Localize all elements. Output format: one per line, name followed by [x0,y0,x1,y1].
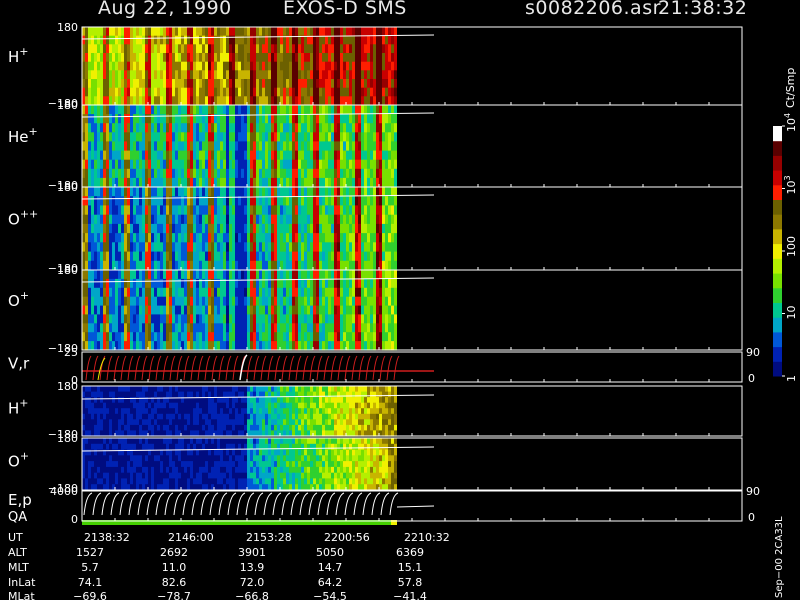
panel-species-label: H+ [8,397,29,418]
colorbar: Ct/Smp 1 10 100 103 104 [773,68,798,382]
colorbar-tick: 103 [783,175,798,194]
orbit-cell: 14.7 [318,561,343,574]
panel-o2: 180−180O+ [8,432,743,495]
qa-label: QA [8,510,27,525]
panel-right-min: 0 [748,372,755,385]
panel-vr: 250V,r900 [8,346,760,387]
panel-h: 180−180H+ [8,21,743,110]
panel-ymax-label: 180 [57,264,78,277]
orbit-cell: −66.8 [235,590,269,600]
orbit-cell: 1527 [76,546,104,559]
orbit-cell: 5050 [316,546,344,559]
panel-ymax-label: 4000 [50,485,78,498]
panel-frame [81,351,743,383]
panel-ymax-label: 180 [57,99,78,112]
colorbar-tick: 10 [785,306,798,320]
orbit-row-label: MLT [8,561,29,574]
orbit-cell: −69.6 [73,590,107,600]
panel-right-max: 90 [746,346,760,359]
orbit-row-label: InLat [8,576,36,589]
orbit-cell: 15.1 [398,561,423,574]
panel-ymax-label: 25 [64,346,78,359]
panel-right-min: 0 [748,511,755,524]
panels-group: 180−180H+180−180He+180−180O++180−180O+25… [8,21,760,526]
panel-o: 180−180O+ [8,264,743,355]
orbit-cell: 64.2 [318,576,343,589]
panel-ymax-label: 180 [57,432,78,445]
orbit-cell: 2200:56 [324,531,370,544]
panel-species-label: O+ [8,450,29,471]
panel-ep: 4000 0 E,pQA 90 0 [8,485,760,526]
orbit-cell: 57.8 [398,576,423,589]
orbit-row-label: ALT [8,546,27,559]
panel-he: 180−180He+ [8,99,743,192]
orbit-cell: 2210:32 [404,531,450,544]
orbit-cell: 82.6 [162,576,187,589]
panel-ymax-label: 180 [57,380,78,393]
panel-frame [81,490,743,522]
panel-ymax-label: 180 [57,181,78,194]
orbit-cell: −54.5 [313,590,347,600]
spectrogram-figure: 180−180H+180−180He+180−180O++180−180O+25… [8,21,798,600]
panel-species-label: E,p [8,491,32,509]
orbit-cell: 74.1 [78,576,103,589]
orbit-cell: 11.0 [162,561,187,574]
orbit-cell: 3901 [238,546,266,559]
panel-species-label: H+ [8,45,29,66]
footer-note: Sep−00 2CA33L [774,516,785,598]
orbit-cell: −41.4 [393,590,427,600]
orbit-cell: 2146:00 [168,531,214,544]
orbit-cell: 13.9 [240,561,265,574]
panel-species-label: O++ [8,207,38,228]
colorbar-tick: 1 [785,375,798,382]
colorbar-tick: 104 [783,113,798,132]
orbit-cell: 2138:32 [84,531,130,544]
panel-opp: 180−180O++ [8,181,743,275]
panel-h2: 180−180H+ [8,380,743,441]
colorbar-tick: 100 [785,236,798,257]
panel-right-max: 90 [746,485,760,498]
colorbar-unit: Ct/Smp [784,68,797,108]
orbit-cell: 5.7 [81,561,99,574]
orbit-row-label: UT [8,531,23,544]
panel-species-label: He+ [8,125,38,146]
orbit-cell: 2692 [160,546,188,559]
orbit-cell: −78.7 [157,590,191,600]
panel-species-label: V,r [8,355,30,373]
panel-ymin-label: 0 [71,513,78,526]
panel-species-label: O+ [8,289,29,310]
orbit-row-label: MLat [8,590,35,600]
panel-ymax-label: 180 [57,21,78,34]
orbit-table: UT ALT MLT InLatMLat 2138:32 1527 5.7 74.1−69.6… [8,531,450,600]
orbit-cell: 72.0 [240,576,265,589]
orbit-cell: 2153:28 [246,531,292,544]
orbit-cell: 6369 [396,546,424,559]
